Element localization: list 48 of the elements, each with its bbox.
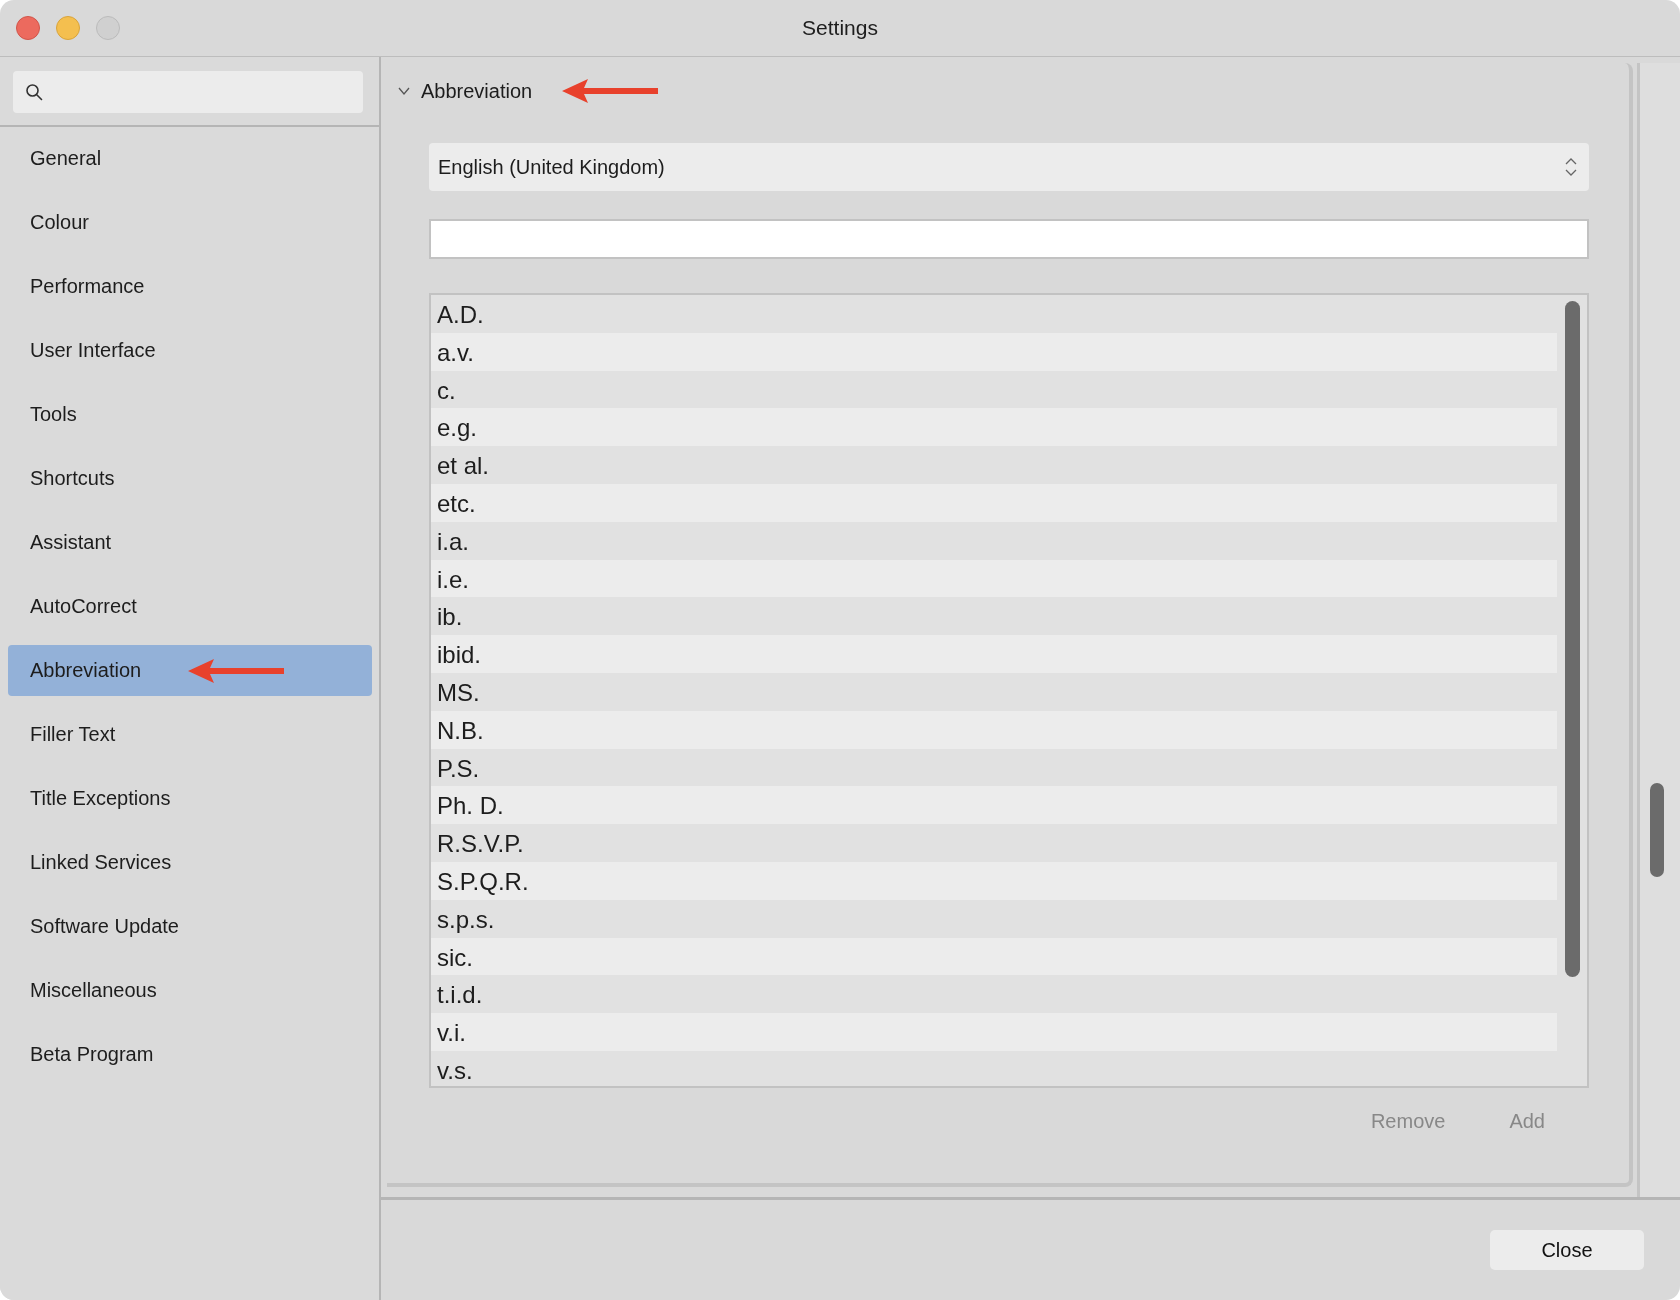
list-item[interactable]: i.a. <box>431 521 1557 560</box>
list-item[interactable]: sic. <box>431 937 1557 976</box>
section-title: Abbreviation <box>421 79 533 103</box>
search-field[interactable] <box>13 71 363 113</box>
input-field[interactable] <box>429 219 1589 259</box>
close-button[interactable]: Close <box>1490 1230 1644 1270</box>
sidebar-item[interactable]: Assistant <box>8 517 372 568</box>
list-item[interactable]: MS. <box>431 672 1557 711</box>
list-item[interactable]: etc. <box>431 484 1557 522</box>
list-item[interactable]: P.S. <box>431 748 1557 787</box>
sidebar-item[interactable]: Abbreviation <box>8 645 372 696</box>
list-item[interactable]: N.B. <box>431 710 1557 749</box>
list-item[interactable]: et al. <box>431 446 1557 484</box>
stepper-icon <box>1565 156 1577 178</box>
sidebar-item[interactable]: Colour <box>8 197 372 248</box>
sidebar-item[interactable]: Linked Services <box>8 837 372 888</box>
language-dropdown[interactable]: English (United Kingdom) <box>429 143 1589 191</box>
sidebar-item[interactable]: General <box>8 133 372 184</box>
list-item[interactable]: v.i. <box>431 1013 1557 1051</box>
sidebar-item[interactable]: Filler Text <box>8 709 372 760</box>
sidebar-item[interactable]: User Interface <box>8 325 372 376</box>
list-item[interactable]: ib. <box>431 597 1557 636</box>
search-icon <box>25 83 43 101</box>
sidebar-item[interactable]: Software Update <box>8 901 372 952</box>
minimize-icon[interactable] <box>56 16 80 40</box>
list-item[interactable]: S.P.Q.R. <box>431 861 1557 900</box>
sidebar-item[interactable]: Shortcuts <box>8 453 372 504</box>
sidebar-item[interactable]: Tools <box>8 389 372 440</box>
list-item[interactable]: a.v. <box>431 332 1557 371</box>
list-item[interactable]: t.i.d. <box>431 975 1557 1014</box>
scrollbar-thumb[interactable] <box>1564 301 1580 977</box>
scrollbar-thumb[interactable] <box>1650 783 1664 877</box>
sidebar-item[interactable]: Miscellaneous <box>8 965 372 1016</box>
list-item[interactable]: Ph. D. <box>431 786 1557 825</box>
list-item[interactable]: ibid. <box>431 635 1557 673</box>
sidebar-item[interactable]: Beta Program <box>8 1029 372 1080</box>
list-item[interactable]: v.s. <box>431 1050 1557 1086</box>
list-item[interactable]: i.e. <box>431 559 1557 598</box>
list-item[interactable]: R.S.V.P. <box>431 824 1557 862</box>
window-title: Settings <box>802 16 878 40</box>
sidebar-item[interactable]: AutoCorrect <box>8 581 372 632</box>
list-item[interactable]: c. <box>431 370 1557 409</box>
close-icon[interactable] <box>16 16 40 40</box>
list-item[interactable]: A.D. <box>431 295 1557 333</box>
sidebar-item[interactable]: Title Exceptions <box>8 773 372 824</box>
sidebar-item[interactable]: Performance <box>8 261 372 312</box>
list-item[interactable]: s.p.s. <box>431 899 1557 938</box>
list-item[interactable]: e.g. <box>431 408 1557 447</box>
